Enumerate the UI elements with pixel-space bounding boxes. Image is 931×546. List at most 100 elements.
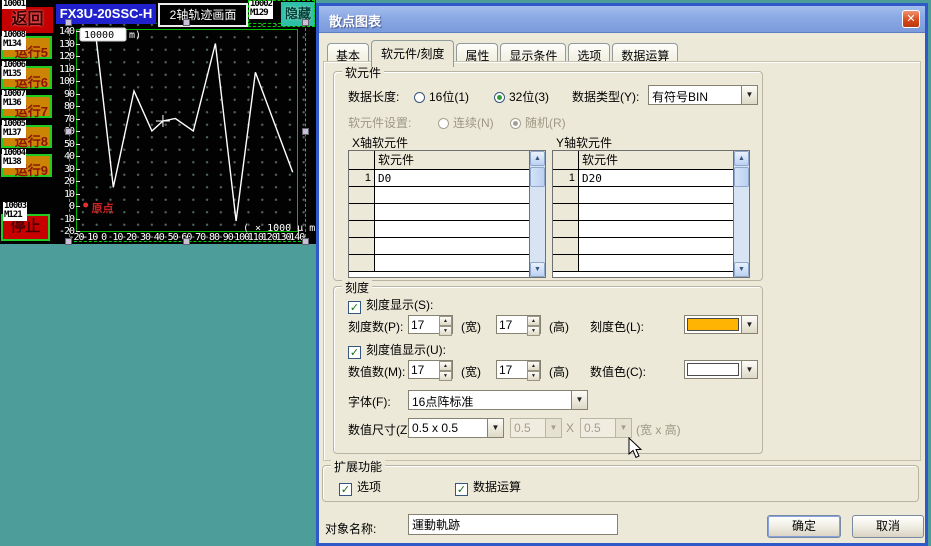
ok-button[interactable]: 确定 bbox=[767, 515, 841, 538]
chevron-down-icon[interactable]: ▼ bbox=[741, 361, 757, 378]
run-button-device: M135 bbox=[3, 70, 25, 79]
value-size-separator: X bbox=[566, 421, 574, 435]
device-cell[interactable] bbox=[375, 255, 529, 271]
scale-count-width-spinner[interactable]: 17 ▲▼ bbox=[408, 315, 453, 334]
scroll-up-icon[interactable]: ▲ bbox=[734, 151, 749, 166]
spinner-down-icon[interactable]: ▼ bbox=[527, 326, 540, 336]
data-operation-checkbox[interactable]: ✓数据运算 bbox=[455, 478, 521, 496]
device-table-row[interactable]: 1D20 bbox=[553, 170, 733, 187]
dialog-tabs: 基本软元件/刻度属性显示条件选项数据运算 bbox=[327, 40, 680, 63]
value-display-checkbox[interactable]: ✓刻度值显示(U): bbox=[348, 341, 446, 359]
device-table-row[interactable] bbox=[553, 187, 733, 204]
selection-handle[interactable] bbox=[302, 19, 309, 26]
radio-continuous-circle bbox=[438, 118, 449, 129]
device-table-row[interactable] bbox=[349, 187, 529, 204]
device-cell[interactable] bbox=[375, 204, 529, 220]
spinner-down-icon[interactable]: ▼ bbox=[439, 326, 452, 336]
device-cell[interactable] bbox=[579, 238, 733, 254]
vertical-scrollbar[interactable]: ▲▼ bbox=[529, 151, 545, 277]
device-table-row[interactable] bbox=[349, 255, 529, 272]
selection-handle[interactable] bbox=[302, 238, 309, 245]
data-operation-check-icon[interactable]: ✓ bbox=[455, 483, 468, 496]
device-cell[interactable] bbox=[579, 255, 733, 271]
chevron-down-icon[interactable]: ▼ bbox=[741, 86, 757, 104]
tab-2[interactable]: 软元件/刻度 bbox=[371, 40, 454, 67]
device-table-row[interactable] bbox=[349, 238, 529, 255]
value-count-width-spinner[interactable]: 17 ▲▼ bbox=[408, 360, 453, 379]
scale-display-checkbox[interactable]: ✓刻度显示(S): bbox=[348, 296, 433, 314]
device-table-row[interactable] bbox=[553, 255, 733, 272]
selection-handle[interactable] bbox=[183, 238, 190, 245]
font-combo[interactable]: 16点阵标准 ▼ bbox=[408, 390, 588, 410]
y-tick-mark bbox=[76, 56, 80, 57]
row-number-header bbox=[553, 151, 579, 169]
device-table-row[interactable] bbox=[349, 221, 529, 238]
value-display-check-icon[interactable]: ✓ bbox=[348, 346, 361, 359]
device-table-row[interactable] bbox=[553, 204, 733, 221]
device-cell[interactable] bbox=[579, 204, 733, 220]
spinner-down-icon[interactable]: ▼ bbox=[527, 371, 540, 381]
row-number-cell bbox=[553, 187, 579, 203]
selection-handle[interactable] bbox=[302, 128, 309, 135]
scrollbar-thumb[interactable] bbox=[530, 167, 545, 187]
vertical-scrollbar[interactable]: ▲▼ bbox=[733, 151, 749, 277]
y-tick-label: 140 bbox=[52, 27, 74, 37]
option-check-icon[interactable]: ✓ bbox=[339, 483, 352, 496]
selection-handle[interactable] bbox=[65, 238, 72, 245]
device-cell[interactable] bbox=[579, 221, 733, 237]
spinner-up-icon[interactable]: ▲ bbox=[527, 361, 540, 371]
value-count-height-spinner[interactable]: 17 ▲▼ bbox=[496, 360, 541, 379]
data-type-combo[interactable]: 有符号BIN ▼ bbox=[648, 85, 758, 105]
cancel-button[interactable]: 取消 bbox=[852, 515, 924, 538]
chevron-down-icon[interactable]: ▼ bbox=[487, 419, 503, 437]
radio-16bit[interactable]: 16位(1) bbox=[414, 88, 469, 105]
spinner-up-icon[interactable]: ▲ bbox=[439, 361, 452, 371]
scroll-down-icon[interactable]: ▼ bbox=[530, 262, 545, 277]
device-table-row[interactable]: 1D0 bbox=[349, 170, 529, 187]
device-table-row[interactable] bbox=[553, 221, 733, 238]
y-device-table[interactable]: 软元件1D20▲▼ bbox=[552, 150, 750, 278]
run-button-id-chip: 10007M136 bbox=[2, 90, 26, 109]
x-device-table[interactable]: 软元件1D0▲▼ bbox=[348, 150, 546, 278]
chevron-down-icon[interactable]: ▼ bbox=[741, 316, 757, 333]
selection-handle[interactable] bbox=[183, 19, 190, 26]
dialog-titlebar[interactable]: 散点图表 ✕ bbox=[319, 6, 925, 33]
spinner-up-icon[interactable]: ▲ bbox=[527, 316, 540, 326]
selection-handle[interactable] bbox=[65, 128, 72, 135]
selection-handle[interactable] bbox=[65, 19, 72, 26]
radio-16bit-circle[interactable] bbox=[414, 92, 425, 103]
scale-count-height-spinner[interactable]: 17 ▲▼ bbox=[496, 315, 541, 334]
row-number-cell bbox=[553, 221, 579, 237]
close-icon[interactable]: ✕ bbox=[902, 10, 920, 28]
spinner-up-icon[interactable]: ▲ bbox=[439, 316, 452, 326]
spinner-down-icon[interactable]: ▼ bbox=[439, 371, 452, 381]
device-table-row[interactable] bbox=[349, 204, 529, 221]
y-tick-label: 30 bbox=[52, 165, 74, 175]
chart-selection-frame bbox=[76, 29, 298, 232]
device-table-row[interactable] bbox=[553, 238, 733, 255]
device-cell[interactable]: D0 bbox=[375, 170, 529, 186]
y-axis-devices-label: Y轴软元件 bbox=[556, 134, 612, 151]
scrollbar-thumb[interactable] bbox=[734, 167, 749, 187]
value-color-combo[interactable]: ▼ bbox=[684, 360, 758, 379]
scroll-down-icon[interactable]: ▼ bbox=[734, 262, 749, 277]
back-button-id-chip: 10001 bbox=[2, 0, 26, 9]
device-cell[interactable] bbox=[579, 187, 733, 203]
y-tick-label: 10 bbox=[52, 190, 74, 200]
scrollbar-track[interactable] bbox=[734, 188, 749, 262]
device-cell[interactable] bbox=[375, 187, 529, 203]
device-cell[interactable]: D20 bbox=[579, 170, 733, 186]
chevron-down-icon[interactable]: ▼ bbox=[571, 391, 587, 409]
radio-32bit[interactable]: 32位(3) bbox=[494, 88, 549, 105]
scale-color-combo[interactable]: ▼ bbox=[684, 315, 758, 334]
radio-32bit-circle[interactable] bbox=[494, 92, 505, 103]
scrollbar-track[interactable] bbox=[530, 188, 545, 262]
device-cell[interactable] bbox=[375, 221, 529, 237]
scroll-up-icon[interactable]: ▲ bbox=[530, 151, 545, 166]
value-size-combo[interactable]: 0.5 x 0.5 ▼ bbox=[408, 418, 504, 438]
device-cell[interactable] bbox=[375, 238, 529, 254]
scale-display-check-icon[interactable]: ✓ bbox=[348, 301, 361, 314]
option-checkbox[interactable]: ✓选项 bbox=[339, 478, 381, 496]
object-name-input[interactable] bbox=[408, 514, 618, 535]
y-tick-label: 100 bbox=[52, 77, 74, 87]
